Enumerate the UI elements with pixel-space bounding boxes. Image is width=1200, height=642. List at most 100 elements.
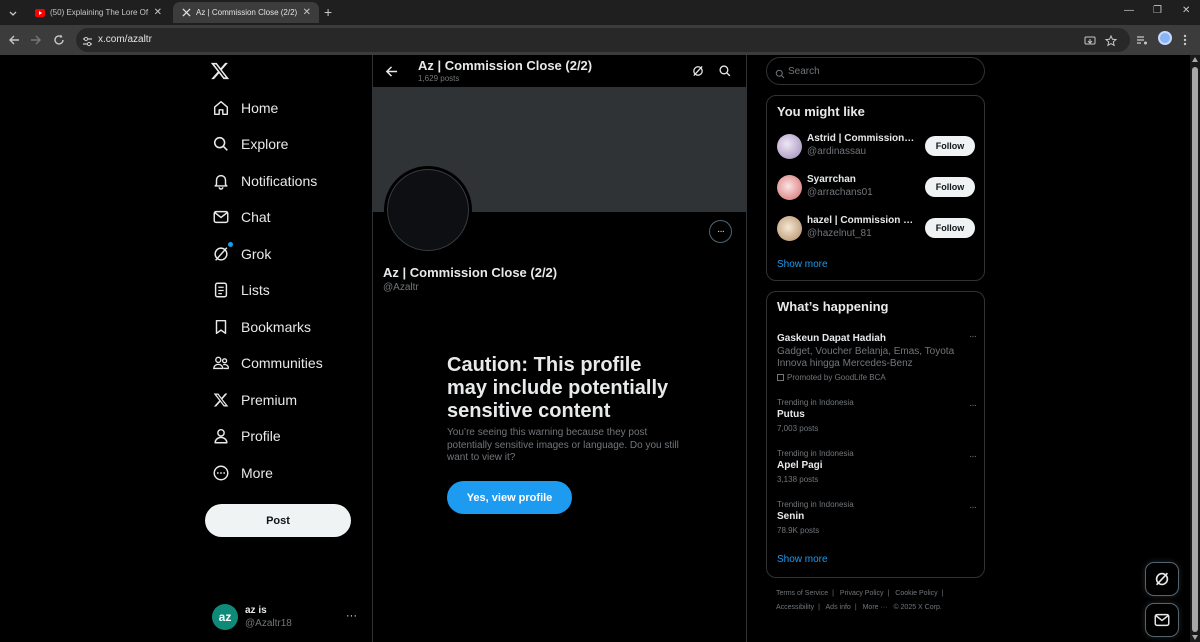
- new-tab-button[interactable]: +: [324, 4, 332, 20]
- search-icon[interactable]: [718, 64, 732, 83]
- grok-icon: [1155, 572, 1169, 586]
- post-button[interactable]: Post: [205, 504, 351, 537]
- mail-icon: [1154, 613, 1170, 627]
- more-dots-icon[interactable]: ···: [969, 502, 977, 513]
- suggested-user[interactable]: Syarrchan @arrachans01 Follow: [777, 173, 976, 203]
- nav-explore[interactable]: Explore: [211, 131, 288, 157]
- tab-title: (50) Explaining The Lore Of ULT: [50, 8, 150, 17]
- promoted-trend[interactable]: Gaskeun Dapat Hadiah Gadget, Voucher Bel…: [777, 331, 977, 382]
- account-handle: @Azaltr18: [245, 618, 292, 629]
- chevron-down-icon: [9, 11, 17, 16]
- footer-separator: |: [818, 604, 820, 611]
- trend-description: Gadget, Voucher Belanja, Emas, Toyota In…: [777, 346, 955, 369]
- post-count: 1,629 posts: [418, 74, 460, 83]
- nav-label: Communities: [241, 355, 323, 371]
- grok-icon: [211, 242, 233, 264]
- nav-label: Chat: [241, 209, 271, 225]
- notification-dot: [228, 242, 233, 247]
- suggested-user[interactable]: hazel | Commission Op... @hazelnut_81 Fo…: [777, 214, 976, 244]
- site-info-icon[interactable]: [82, 34, 93, 52]
- footer-link-more[interactable]: More ···: [863, 604, 888, 611]
- more-circle-icon: [211, 463, 231, 483]
- account-switcher[interactable]: az az is @Azaltr18 ···: [212, 604, 362, 632]
- grok-icon[interactable]: [691, 64, 705, 83]
- back-icon[interactable]: [7, 33, 21, 47]
- nav-label: Notifications: [241, 173, 318, 189]
- nav-premium[interactable]: Premium: [211, 387, 297, 413]
- user-handle: @ardinassau: [807, 146, 867, 157]
- trend-item[interactable]: Trending in Indonesia Apel Pagi 3,138 po…: [777, 449, 977, 484]
- trend-title: Gaskeun Dapat Hadiah: [777, 333, 886, 344]
- nav-home[interactable]: Home: [211, 95, 278, 121]
- media-controls-icon[interactable]: [1136, 33, 1148, 51]
- show-more-link[interactable]: Show more: [777, 554, 828, 565]
- view-profile-button[interactable]: Yes, view profile: [447, 481, 572, 514]
- profile-avatar: [384, 166, 472, 254]
- more-dots-icon[interactable]: ···: [969, 400, 977, 411]
- browser-tab-youtube[interactable]: (50) Explaining The Lore Of ULT ✕: [27, 2, 170, 23]
- user-name: Syarrchan: [807, 174, 856, 185]
- browser-profile-avatar[interactable]: [1158, 31, 1172, 45]
- browser-tab-x[interactable]: Az | Commission Close (2/2) (@ ✕: [173, 2, 319, 23]
- close-tab-icon[interactable]: ✕: [154, 7, 162, 18]
- nav-lists[interactable]: Lists: [211, 277, 270, 303]
- trend-item[interactable]: Trending in Indonesia Putus 7,003 posts …: [777, 398, 977, 433]
- back-arrow-icon[interactable]: [385, 65, 398, 83]
- messages-float-button[interactable]: [1145, 603, 1179, 637]
- profile-more-button[interactable]: ···: [709, 220, 732, 243]
- avatar: [777, 216, 802, 241]
- search-input[interactable]: Search: [766, 57, 985, 85]
- trend-item[interactable]: Trending in Indonesia Senin 78.9K posts …: [777, 500, 977, 535]
- more-dots-icon[interactable]: ···: [969, 451, 977, 462]
- promoted-label: Promoted by GoodLife BCA: [777, 373, 976, 382]
- browser-menu-icon[interactable]: [1183, 33, 1187, 51]
- sensitive-warning-text: You’re seeing this warning because they …: [447, 427, 679, 463]
- x-logo-icon[interactable]: [210, 61, 232, 83]
- profile-column: Az | Commission Close (2/2) 1,629 posts …: [372, 55, 747, 642]
- trend-meta: Trending in Indonesia: [777, 449, 854, 458]
- footer-link-cookies[interactable]: Cookie Policy: [895, 590, 937, 597]
- address-bar[interactable]: x.com/azaltr: [76, 28, 1130, 52]
- page-scrollbar[interactable]: [1190, 55, 1200, 642]
- nav-more[interactable]: More: [211, 460, 273, 486]
- footer-link-terms[interactable]: Terms of Service: [776, 590, 828, 597]
- footer-link-ads-info[interactable]: Ads info: [826, 604, 851, 611]
- nav-grok[interactable]: Grok: [211, 241, 271, 267]
- reload-icon[interactable]: [52, 33, 66, 47]
- scroll-up-icon[interactable]: [1192, 57, 1198, 62]
- header-profile-name: Az | Commission Close (2/2): [418, 58, 593, 73]
- show-more-link[interactable]: Show more: [777, 259, 828, 270]
- close-window-icon[interactable]: ✕: [1182, 5, 1190, 16]
- whats-happening-card: What’s happening Gaskeun Dapat Hadiah Ga…: [766, 291, 985, 578]
- close-tab-icon[interactable]: ✕: [303, 7, 311, 18]
- scroll-down-icon[interactable]: [1192, 635, 1198, 640]
- install-app-icon[interactable]: [1084, 34, 1096, 52]
- x-icon: [211, 390, 231, 410]
- footer-link-privacy[interactable]: Privacy Policy: [840, 590, 884, 597]
- trend-title: Senin: [777, 511, 805, 522]
- footer-link-accessibility[interactable]: Accessibility: [776, 604, 814, 611]
- grok-float-button[interactable]: [1145, 562, 1179, 596]
- forward-icon[interactable]: [29, 33, 43, 47]
- maximize-icon[interactable]: ❐: [1153, 5, 1162, 16]
- nav-bookmarks[interactable]: Bookmarks: [211, 314, 311, 340]
- nav-communities[interactable]: Communities: [211, 350, 323, 376]
- x-page: Home Explore Notifications Chat Grok Lis…: [0, 55, 1190, 642]
- suggested-user[interactable]: Astrid | Commissions ... @ardinassau Fol…: [777, 132, 976, 162]
- follow-button[interactable]: Follow: [925, 136, 975, 156]
- follow-button[interactable]: Follow: [925, 177, 975, 197]
- nav-label: Lists: [241, 282, 270, 298]
- scrollbar-thumb[interactable]: [1192, 67, 1198, 632]
- tab-search-button[interactable]: [4, 4, 22, 21]
- nav-chat[interactable]: Chat: [211, 204, 271, 230]
- bookmark-star-icon[interactable]: [1104, 34, 1118, 52]
- nav-notifications[interactable]: Notifications: [211, 168, 317, 194]
- avatar: az: [212, 604, 238, 630]
- trend-meta: Trending in Indonesia: [777, 500, 854, 509]
- avatar: [777, 134, 802, 159]
- minimize-icon[interactable]: —: [1124, 5, 1134, 16]
- more-dots-icon[interactable]: ···: [969, 331, 977, 342]
- user-name: Astrid | Commissions ...: [807, 133, 915, 144]
- nav-profile[interactable]: Profile: [211, 423, 281, 449]
- follow-button[interactable]: Follow: [925, 218, 975, 238]
